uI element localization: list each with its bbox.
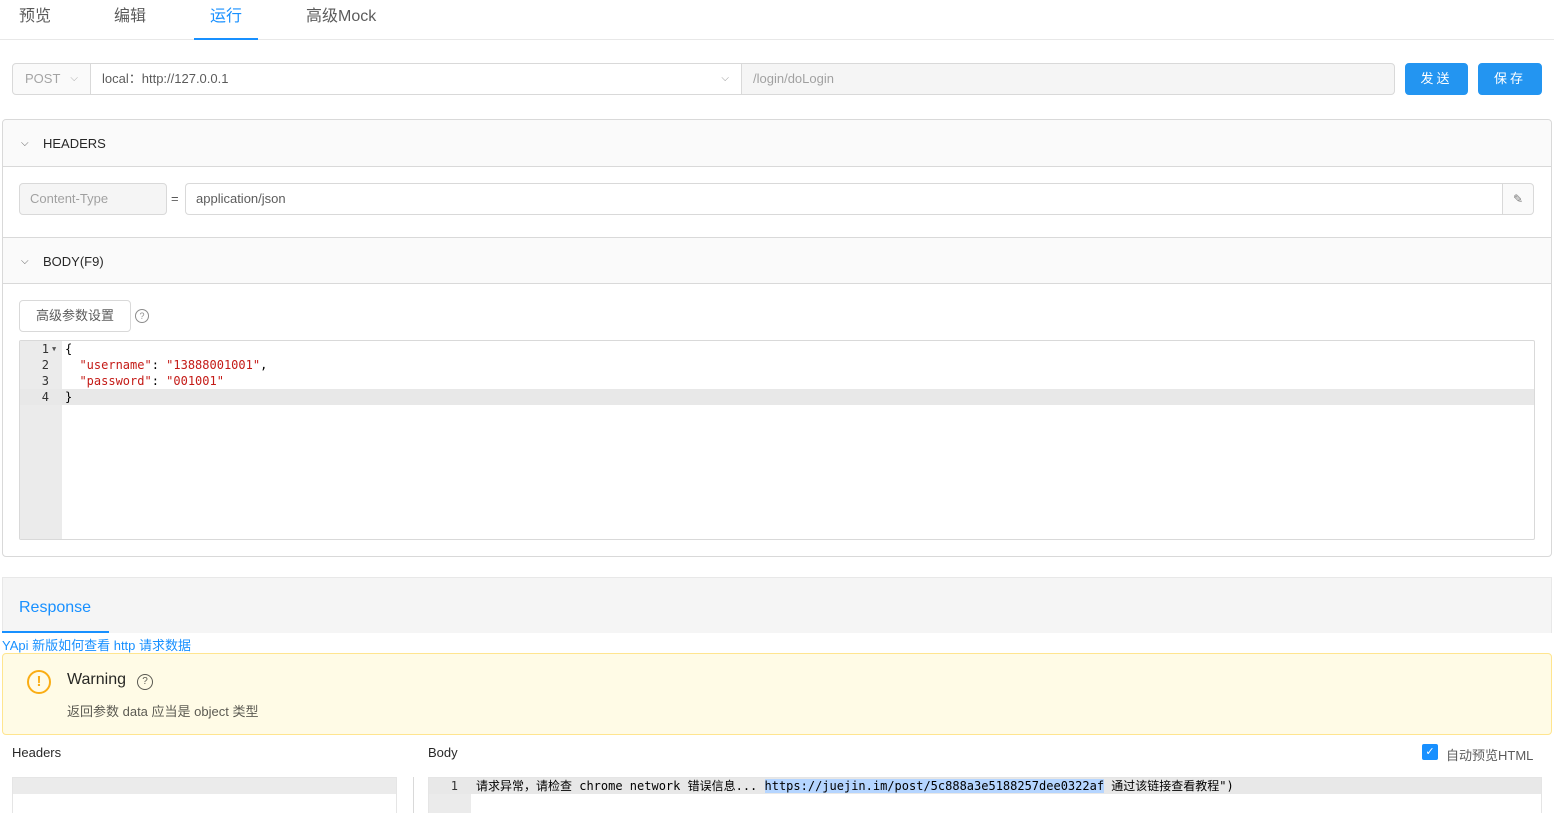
code-text: { (65, 342, 73, 356)
code-line: 1 ▼ { (20, 341, 1534, 357)
body-panel-header[interactable]: ⌵ BODY(F9) (3, 237, 1551, 284)
question-circle-icon[interactable]: ? (137, 674, 153, 690)
json-key: "username" (79, 358, 152, 372)
auto-preview-checkbox[interactable]: ✓ (1422, 744, 1438, 760)
code-line: 4 } (20, 389, 1534, 405)
tab-edit[interactable]: 编辑 (114, 6, 146, 40)
warning-alert: ! Warning ? 返回参数 data 应当是 object 类型 (2, 653, 1552, 735)
warning-title: Warning (67, 671, 126, 688)
fold-arrow-icon[interactable]: ▼ (52, 341, 56, 357)
header-value-input[interactable]: application/json (185, 183, 1503, 215)
tab-preview[interactable]: 预览 (19, 6, 51, 40)
json-value: "13888001001" (166, 358, 261, 372)
code-text: } (65, 390, 73, 404)
chevron-down-icon: ⌵ (721, 73, 729, 84)
auto-preview-label[interactable]: 自动预览HTML (1446, 745, 1533, 764)
chevron-down-icon: ⌵ (21, 256, 29, 267)
code-line: 3 "password": "001001" (20, 373, 1534, 389)
chevron-down-icon: ⌵ (21, 138, 29, 149)
response-body-label: Body (428, 745, 458, 760)
tab-response[interactable]: Response (19, 598, 91, 634)
code-line: 1 请求异常，请检查 chrome network 错误信息... https:… (429, 778, 1541, 794)
response-tabs: Response (2, 577, 1552, 633)
tab-advanced-mock[interactable]: 高级Mock (306, 6, 376, 40)
response-link-selection: https://juejin.im/post/5c888a3e5188257de… (764, 779, 1105, 793)
header-key-input[interactable]: Content-Type (19, 183, 167, 215)
tab-run[interactable]: 运行 (194, 6, 258, 40)
body-code-editor[interactable]: 1 ▼ { 2 "username": "13888001001", 3 "pa… (19, 340, 1535, 540)
response-headers-editor[interactable] (12, 777, 397, 813)
path-input[interactable]: /login/doLogin (741, 63, 1395, 95)
response-body-editor[interactable]: 1 请求异常，请检查 chrome network 错误信息... https:… (428, 777, 1542, 813)
environment-select[interactable]: local：http://127.0.0.1 ⌵ (90, 63, 742, 95)
response-tab-indicator (2, 631, 109, 633)
line-number: 1 (41, 342, 49, 356)
warning-description: 返回参数 data 应当是 object 类型 (67, 704, 259, 719)
response-headers-label: Headers (12, 745, 62, 760)
method-select[interactable]: POST ⌵ (12, 63, 91, 95)
headers-panel-header[interactable]: ⌵ HEADERS (3, 120, 1551, 167)
edit-icon[interactable]: ✎ (1502, 183, 1534, 215)
method-value: POST (25, 71, 61, 86)
code-line: 2 "username": "13888001001", (20, 357, 1534, 373)
response-text: 请求异常，请检查 chrome network 错误信息... https://… (476, 778, 1234, 794)
request-collapse: ⌵ HEADERS Content-Type = application/jso… (2, 119, 1552, 557)
headers-panel-title: HEADERS (43, 136, 106, 151)
line-number: 3 (41, 374, 49, 388)
environment-value: local：http://127.0.0.1 (102, 71, 229, 86)
code-text: "username": "13888001001", (79, 358, 268, 372)
line-number: 1 (450, 779, 458, 793)
json-key: "password" (79, 374, 152, 388)
body-panel-title: BODY(F9) (43, 254, 104, 269)
send-button[interactable]: 发送 (1405, 63, 1468, 95)
json-value: "001001" (166, 374, 224, 388)
chevron-down-icon: ⌵ (70, 73, 78, 84)
line-number: 4 (41, 390, 49, 404)
active-line (13, 778, 396, 794)
advanced-params-button[interactable]: 高级参数设置 (19, 300, 131, 332)
save-button[interactable]: 保存 (1478, 63, 1542, 95)
splitter[interactable] (413, 777, 414, 813)
line-number: 2 (41, 358, 49, 372)
help-link[interactable]: YApi 新版如何查看 http 请求数据 (2, 635, 191, 654)
response-text-after: 通过该链接查看教程") (1104, 779, 1234, 793)
response-text-before: 请求异常，请检查 chrome network 错误信息... (476, 779, 765, 793)
question-circle-icon[interactable]: ? (135, 309, 149, 323)
code-text: "password": "001001" (79, 374, 224, 388)
top-tabs: 预览 编辑 运行 高级Mock (0, 0, 1554, 40)
exclamation-circle-icon: ! (27, 670, 51, 694)
equals-sign: = (171, 191, 179, 206)
